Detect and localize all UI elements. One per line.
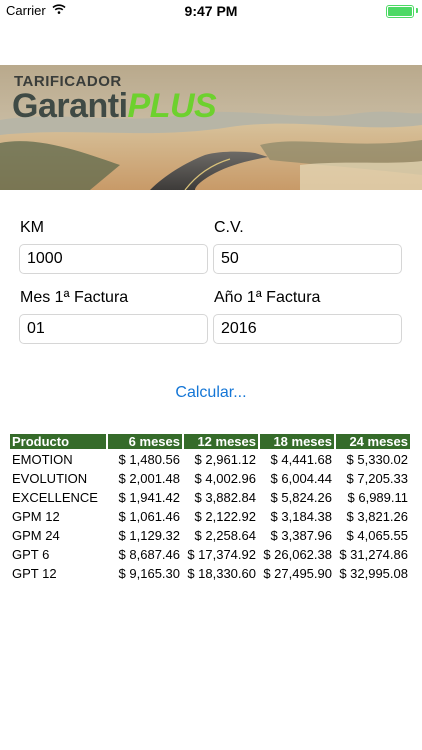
price-18m: $ 5,824.26	[270, 490, 332, 505]
mes-input[interactable]	[19, 314, 208, 344]
price-18m: $ 4,441.68	[270, 452, 332, 467]
price-6m: $ 1,480.56	[118, 452, 180, 467]
table-row: GPM 24 $ 1,129.32 $ 2,258.64 $ 3,387.96 …	[10, 527, 410, 544]
price-24m: $ 5,330.02	[346, 452, 408, 467]
price-12m: $ 17,374.92	[187, 547, 256, 562]
header-6-meses: 6 meses	[108, 434, 182, 449]
price-18m: $ 3,387.96	[270, 528, 332, 543]
battery-icon	[386, 5, 414, 18]
price-18m: $ 6,004.44	[270, 471, 332, 486]
header-producto: Producto	[10, 434, 106, 449]
header-24-meses: 24 meses	[336, 434, 410, 449]
price-18m: $ 3,184.38	[270, 509, 332, 524]
cv-input[interactable]	[213, 244, 402, 274]
product-name: EVOLUTION	[12, 471, 88, 486]
battery-tip	[416, 8, 418, 13]
table-row: GPT 12 $ 9,165.30 $ 18,330.60 $ 27,495.9…	[10, 565, 410, 582]
price-18m: $ 27,495.90	[263, 566, 332, 581]
status-time: 9:47 PM	[184, 3, 238, 19]
price-24m: $ 3,821.26	[346, 509, 408, 524]
price-6m: $ 1,061.46	[118, 509, 180, 524]
price-18m: $ 26,062.38	[263, 547, 332, 562]
price-6m: $ 1,129.32	[118, 528, 180, 543]
navigation-bar	[0, 22, 422, 65]
price-12m: $ 2,122.92	[194, 509, 256, 524]
price-24m: $ 32,995.08	[339, 566, 408, 581]
price-12m: $ 18,330.60	[187, 566, 256, 581]
table-row: EMOTION $ 1,480.56 $ 2,961.12 $ 4,441.68…	[10, 451, 410, 468]
anio-label: Año 1ª Factura	[214, 289, 321, 306]
price-12m: $ 4,002.96	[194, 471, 256, 486]
header-12-meses: 12 meses	[184, 434, 258, 449]
product-name: EMOTION	[12, 452, 73, 467]
header-banner: TARIFICADOR GarantiPLUS	[0, 65, 422, 190]
price-table: Producto 6 meses 12 meses 18 meses 24 me…	[8, 432, 412, 584]
table-row: GPM 12 $ 1,061.46 $ 2,122.92 $ 3,184.38 …	[10, 508, 410, 525]
header-18-meses: 18 meses	[260, 434, 334, 449]
km-input[interactable]	[19, 244, 208, 274]
price-12m: $ 2,961.12	[194, 452, 256, 467]
km-label: KM	[20, 219, 44, 236]
cv-label: C.V.	[214, 219, 244, 236]
product-name: GPM 12	[12, 509, 60, 524]
brand-logo-part2: PLUS	[127, 87, 217, 125]
table-row: GPT 6 $ 8,687.46 $ 17,374.92 $ 26,062.38…	[10, 546, 410, 563]
mes-label: Mes 1ª Factura	[20, 289, 129, 306]
price-24m: $ 31,274.86	[339, 547, 408, 562]
status-bar: Carrier 9:47 PM	[0, 0, 422, 22]
calculate-button[interactable]: Calcular...	[0, 384, 422, 402]
brand-logo: GarantiPLUS	[12, 87, 217, 126]
product-name: GPM 24	[12, 528, 60, 543]
product-name: GPT 6	[12, 547, 50, 562]
product-name: EXCELLENCE	[12, 490, 98, 505]
anio-input[interactable]	[213, 314, 402, 344]
table-row: EVOLUTION $ 2,001.48 $ 4,002.96 $ 6,004.…	[10, 470, 410, 487]
price-6m: $ 8,687.46	[118, 547, 180, 562]
brand-logo-part1: Garanti	[12, 87, 128, 125]
table-header-row: Producto 6 meses 12 meses 18 meses 24 me…	[10, 434, 410, 449]
price-24m: $ 6,989.11	[347, 490, 408, 505]
price-6m: $ 9,165.30	[118, 566, 180, 581]
price-12m: $ 2,258.64	[194, 528, 256, 543]
price-12m: $ 3,882.84	[194, 490, 256, 505]
price-24m: $ 7,205.33	[346, 471, 408, 486]
price-6m: $ 1,941.42	[118, 490, 180, 505]
product-name: GPT 12	[12, 566, 57, 581]
table-row: EXCELLENCE $ 1,941.42 $ 3,882.84 $ 5,824…	[10, 489, 410, 506]
price-24m: $ 4,065.55	[346, 528, 408, 543]
price-6m: $ 2,001.48	[118, 471, 180, 486]
